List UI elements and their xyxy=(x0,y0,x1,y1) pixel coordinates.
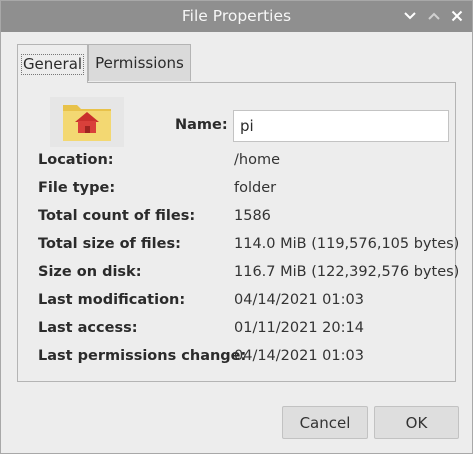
total-count-label: Total count of files: xyxy=(38,208,196,224)
close-icon[interactable] xyxy=(448,7,466,25)
total-count-value: 1586 xyxy=(234,208,271,224)
title-bar[interactable]: File Properties xyxy=(1,1,472,32)
last-permissions-change-label: Last permissions change: xyxy=(38,348,247,364)
location-label: Location: xyxy=(38,152,114,168)
size-on-disk-value: 116.7 MiB (122,392,576 bytes) xyxy=(234,264,460,280)
last-modification-label: Last modification: xyxy=(38,292,186,308)
name-input[interactable] xyxy=(233,110,449,142)
ok-button[interactable]: OK xyxy=(374,406,459,439)
last-access-label: Last access: xyxy=(38,320,138,336)
tab-permissions-label: Permissions xyxy=(95,54,184,72)
file-type-label: File type: xyxy=(38,180,116,196)
tab-general[interactable]: General xyxy=(17,44,88,83)
file-type-value: folder xyxy=(234,180,277,196)
chevron-down-icon[interactable] xyxy=(401,7,419,25)
home-folder-icon xyxy=(50,97,124,147)
last-modification-value: 04/14/2021 01:03 xyxy=(234,292,364,308)
last-permissions-change-value: 04/14/2021 01:03 xyxy=(234,348,364,364)
total-size-value: 114.0 MiB (119,576,105 bytes) xyxy=(234,236,460,252)
last-access-value: 01/11/2021 20:14 xyxy=(234,320,364,336)
name-label: Name: xyxy=(175,117,228,133)
chevron-up-icon[interactable] xyxy=(425,7,443,25)
tab-permissions[interactable]: Permissions xyxy=(88,44,191,81)
location-value: /home xyxy=(234,152,280,168)
size-on-disk-label: Size on disk: xyxy=(38,264,142,280)
total-size-label: Total size of files: xyxy=(38,236,181,252)
tab-general-label: General xyxy=(20,53,85,75)
file-properties-dialog: File Properties General Permissions Name… xyxy=(0,0,473,454)
cancel-button[interactable]: Cancel xyxy=(282,406,368,439)
